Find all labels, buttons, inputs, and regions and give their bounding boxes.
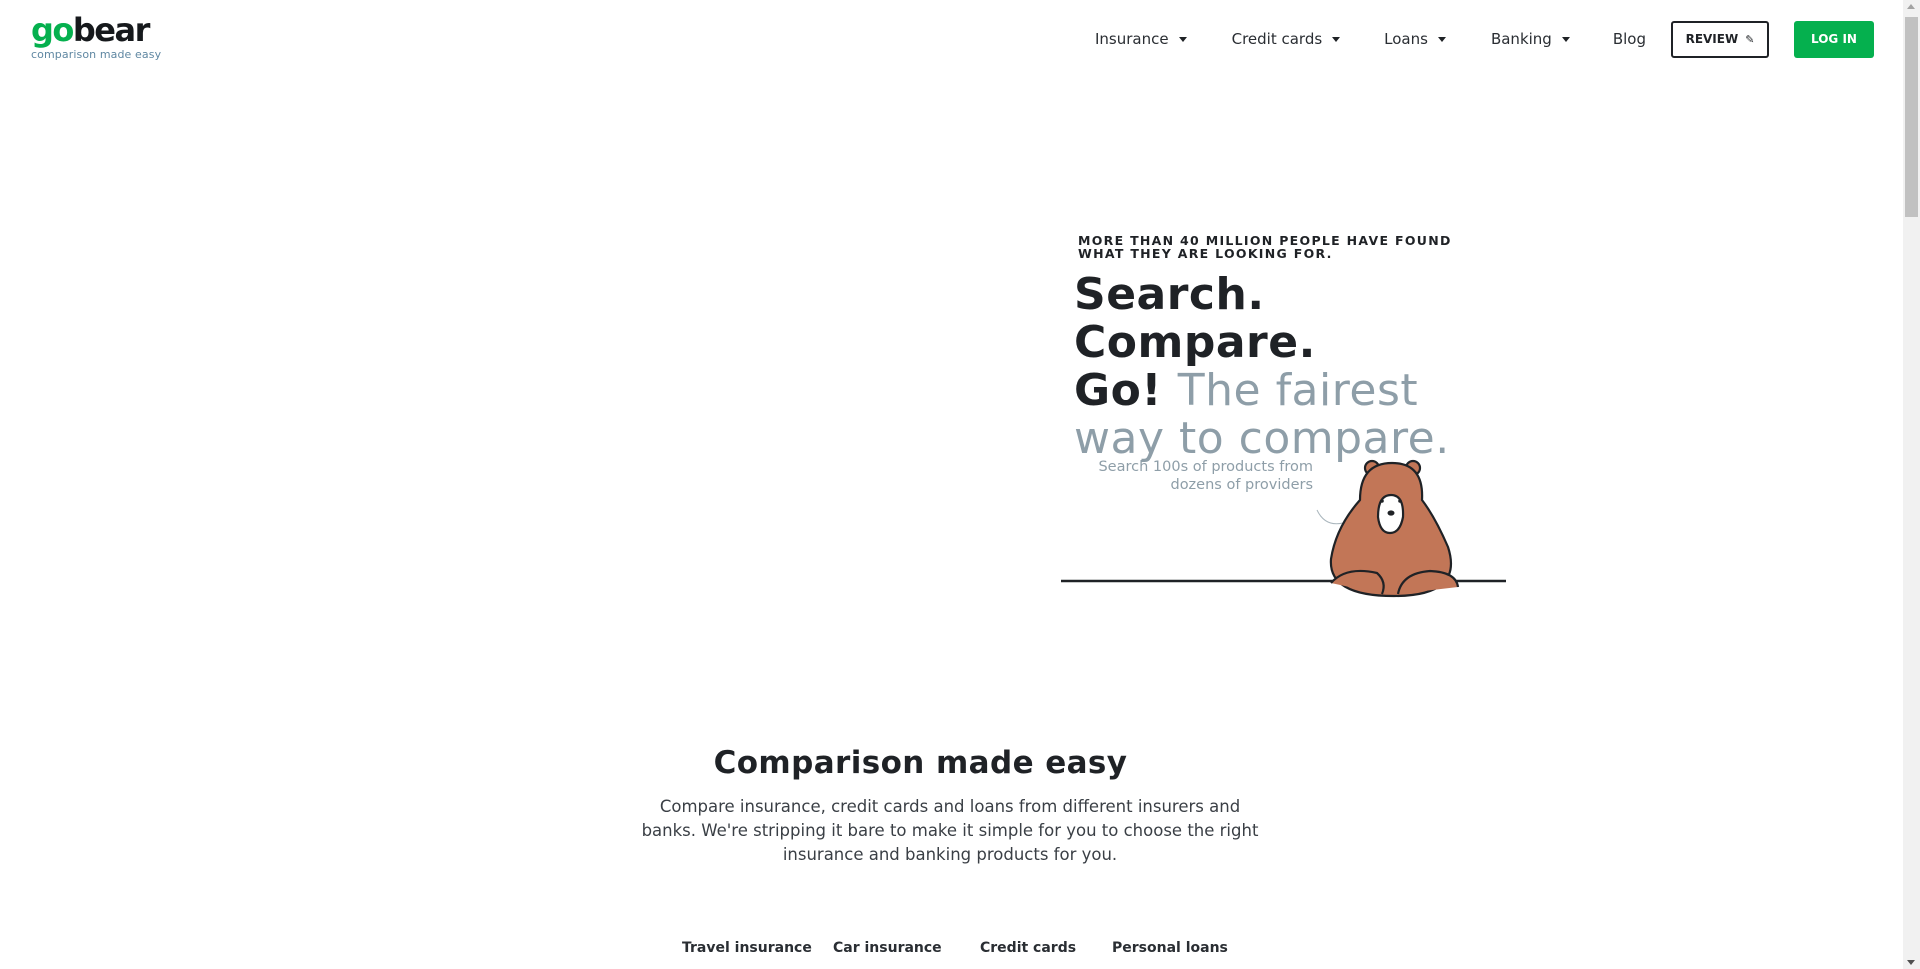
tab-car-insurance[interactable]: Car insurance <box>833 940 942 956</box>
logo-tagline: comparison made easy <box>31 48 162 61</box>
gobear-logo[interactable]: gobear comparison made easy <box>31 12 161 61</box>
nav-loans-label: Loans <box>1384 30 1428 48</box>
caret-down-icon <box>1561 36 1570 42</box>
pencil-icon: ✎ <box>1745 32 1755 46</box>
login-button[interactable]: LOG IN <box>1794 20 1874 58</box>
review-button[interactable]: REVIEW ✎ <box>1671 20 1769 58</box>
nav-blog[interactable]: Blog <box>1613 30 1646 48</box>
vertical-scrollbar[interactable] <box>1903 0 1920 969</box>
nav-insurance-label: Insurance <box>1095 30 1169 48</box>
hero-title: Search. Compare. Go! The fairest way to … <box>1074 271 1494 463</box>
caret-down-icon <box>1332 36 1341 42</box>
logo-wordmark: gobear <box>31 12 161 48</box>
logo-bear: bear <box>72 11 150 49</box>
tab-travel-insurance[interactable]: Travel insurance <box>682 940 812 956</box>
section-description: Compare insurance, credit cards and loan… <box>641 797 1259 864</box>
bear-illustration <box>1061 459 1506 598</box>
nav-blog-label: Blog <box>1612 30 1646 48</box>
main-nav: Insurance Credit cards Loans Banking Blo… <box>1095 20 1874 58</box>
logo-go: go <box>31 11 74 49</box>
review-button-label: REVIEW <box>1685 32 1739 46</box>
hero-eyebrow: MORE THAN 40 MILLION PEOPLE HAVE FOUND W… <box>1078 234 1498 260</box>
caret-down-icon <box>1178 36 1187 42</box>
nav-banking[interactable]: Banking <box>1491 30 1570 48</box>
caption-pointer-line <box>1316 509 1344 525</box>
scroll-down-arrow-icon[interactable] <box>1907 960 1915 965</box>
hero-eyebrow-line-2: WHAT THEY ARE LOOKING FOR. <box>1078 246 1333 261</box>
section-title: Comparison made easy <box>0 745 1903 781</box>
section-title-text: Comparison made easy <box>713 745 1128 781</box>
nav-credit-cards-label: Credit cards <box>1231 30 1323 48</box>
tab-personal-loans[interactable]: Personal loans <box>1112 940 1228 956</box>
login-button-label: LOG IN <box>1811 32 1857 46</box>
hero-title-bold-2: Go! <box>1074 365 1162 416</box>
nav-insurance[interactable]: Insurance <box>1095 30 1187 48</box>
scrollbar-thumb[interactable] <box>1905 17 1918 217</box>
caret-down-icon <box>1437 36 1446 42</box>
nav-loans[interactable]: Loans <box>1384 30 1446 48</box>
hero-title-bold-1: Search. Compare. <box>1074 269 1316 368</box>
bear-icon <box>1329 459 1460 598</box>
scroll-up-arrow-icon[interactable] <box>1907 4 1915 9</box>
product-tabs: Travel insurance Car insurance Credit ca… <box>0 940 1903 964</box>
tab-credit-cards[interactable]: Credit cards <box>980 940 1076 956</box>
nav-credit-cards[interactable]: Credit cards <box>1232 30 1341 48</box>
site-header: gobear comparison made easy Insurance Cr… <box>0 0 1903 80</box>
nav-banking-label: Banking <box>1490 30 1552 48</box>
